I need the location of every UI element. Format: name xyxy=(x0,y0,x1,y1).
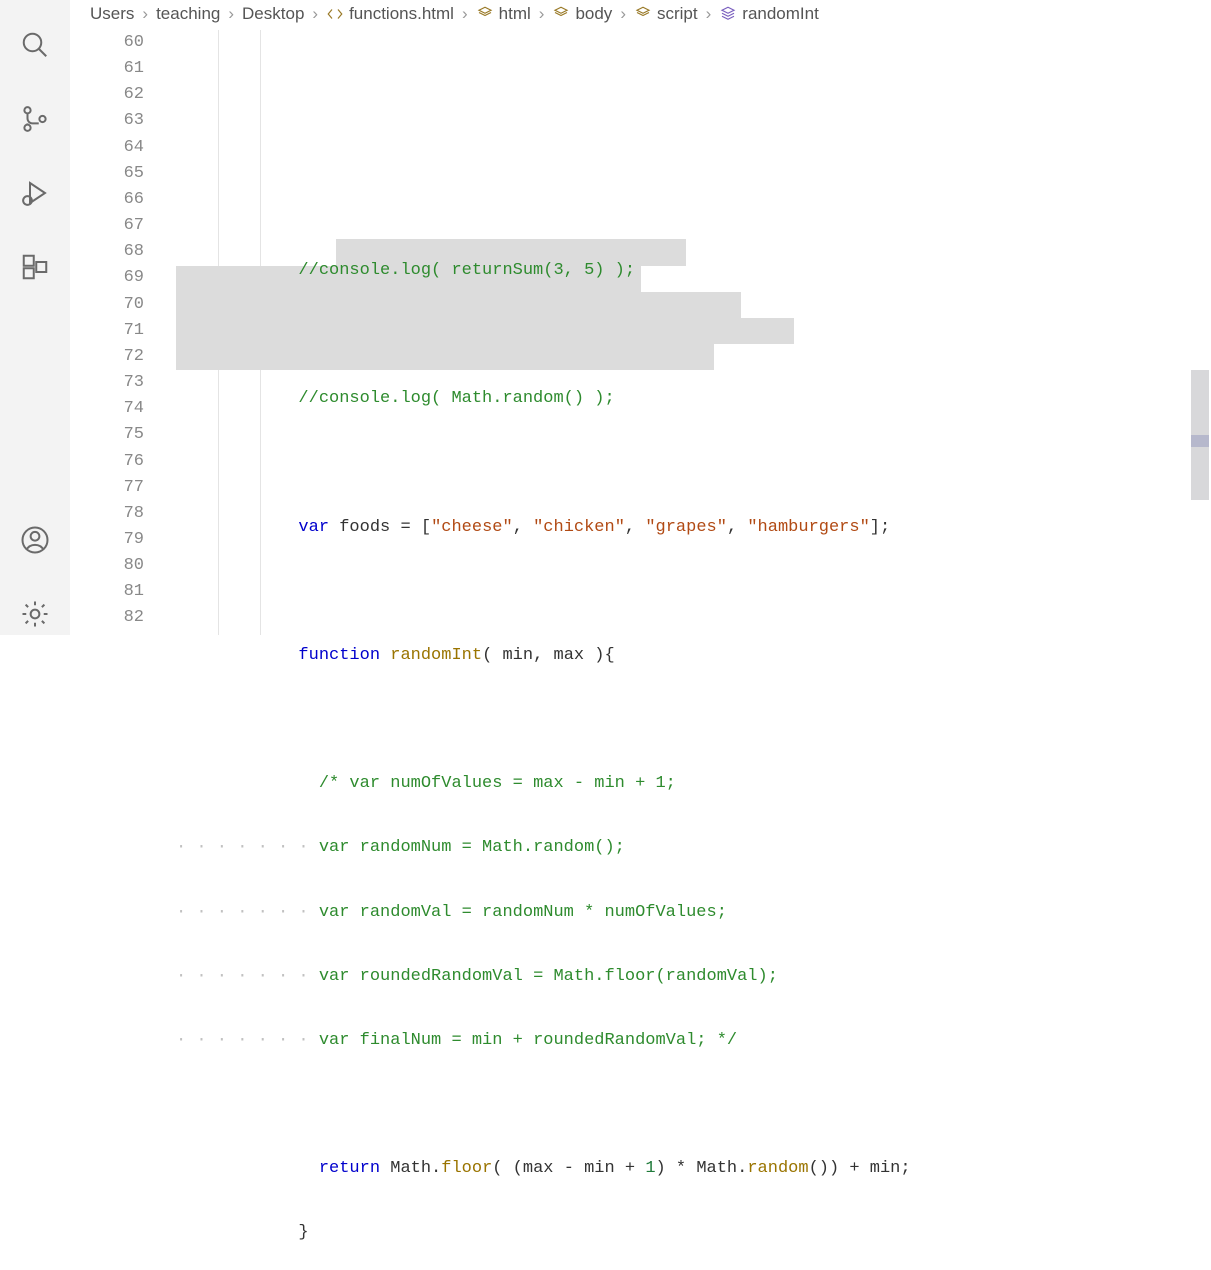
line-number: 65 xyxy=(70,161,144,187)
code-line[interactable] xyxy=(166,322,1211,348)
source-control-icon[interactable] xyxy=(20,104,50,140)
line-number: 66 xyxy=(70,187,144,213)
code-line[interactable]: · · · · · · · var randomNum = Math.rando… xyxy=(166,835,1211,861)
extensions-icon[interactable] xyxy=(20,252,50,288)
code-line[interactable]: · · · · · · · var finalNum = min + round… xyxy=(166,1028,1211,1054)
line-number: 73 xyxy=(70,370,144,396)
line-number: 77 xyxy=(70,475,144,501)
chevron-right-icon: › xyxy=(539,4,545,24)
chevron-right-icon: › xyxy=(462,4,468,24)
chevron-right-icon: › xyxy=(142,4,148,24)
breadcrumb-item[interactable]: script xyxy=(634,4,698,24)
code-line[interactable]: return Math.floor( (max - min + 1) * Mat… xyxy=(166,1156,1211,1182)
breadcrumb-item[interactable]: functions.html xyxy=(326,4,454,24)
line-number: 69 xyxy=(70,265,144,291)
line-number: 71 xyxy=(70,318,144,344)
breadcrumb-item[interactable]: Users xyxy=(90,4,134,24)
code-line[interactable]: //console.log( returnSum(3, 5) ); xyxy=(166,258,1211,284)
code-line[interactable]: } xyxy=(166,1220,1211,1246)
line-number: 67 xyxy=(70,213,144,239)
line-number: 61 xyxy=(70,56,144,82)
breadcrumb-item[interactable]: teaching xyxy=(156,4,220,24)
breadcrumb-item[interactable]: Desktop xyxy=(242,4,304,24)
line-number: 79 xyxy=(70,527,144,553)
code-line[interactable]: var foods = ["cheese", "chicken", "grape… xyxy=(166,515,1211,541)
search-icon[interactable] xyxy=(20,30,50,66)
code-line[interactable] xyxy=(166,579,1211,605)
line-number: 82 xyxy=(70,605,144,631)
line-number: 60 xyxy=(70,30,144,56)
chevron-right-icon: › xyxy=(312,4,318,24)
line-number: 63 xyxy=(70,108,144,134)
chevron-right-icon: › xyxy=(706,4,712,24)
line-number: 75 xyxy=(70,422,144,448)
code-content[interactable]: //console.log( returnSum(3, 5) ); //cons… xyxy=(166,30,1211,635)
line-number: 78 xyxy=(70,501,144,527)
minimap-thumb[interactable] xyxy=(1191,435,1209,447)
line-number: 81 xyxy=(70,579,144,605)
settings-gear-icon[interactable] xyxy=(20,599,50,635)
account-icon[interactable] xyxy=(20,525,50,561)
code-editor[interactable]: 60 61 62 63 64 65 66 67 68 69 70 71 72 7… xyxy=(70,30,1211,635)
line-number: 80 xyxy=(70,553,144,579)
code-line[interactable] xyxy=(166,450,1211,476)
breadcrumb-item[interactable]: randomInt xyxy=(719,4,819,24)
code-line[interactable]: · · · · · · · var randomVal = randomNum … xyxy=(166,900,1211,926)
line-number: 76 xyxy=(70,449,144,475)
chevron-right-icon: › xyxy=(228,4,234,24)
activity-bar xyxy=(0,0,70,635)
breadcrumb-item[interactable]: html xyxy=(476,4,531,24)
line-number-gutter: 60 61 62 63 64 65 66 67 68 69 70 71 72 7… xyxy=(70,30,166,635)
code-line[interactable] xyxy=(166,707,1211,733)
code-line[interactable]: /* var numOfValues = max - min + 1; xyxy=(166,771,1211,797)
line-number: 70 xyxy=(70,292,144,318)
chevron-right-icon: › xyxy=(620,4,626,24)
line-number: 68 xyxy=(70,239,144,265)
minimap-scrollbar[interactable] xyxy=(1191,370,1209,500)
code-line[interactable]: function randomInt( min, max ){ xyxy=(166,643,1211,669)
line-number: 74 xyxy=(70,396,144,422)
code-line[interactable] xyxy=(166,1092,1211,1118)
code-line[interactable]: · · · · · · · var roundedRandomVal = Mat… xyxy=(166,964,1211,990)
breadcrumbs[interactable]: Users › teaching › Desktop › functions.h… xyxy=(90,4,1211,24)
line-number: 62 xyxy=(70,82,144,108)
breadcrumb-item[interactable]: body xyxy=(552,4,612,24)
line-number: 64 xyxy=(70,135,144,161)
code-line[interactable]: //console.log( Math.random() ); xyxy=(166,386,1211,412)
line-number: 72 xyxy=(70,344,144,370)
run-debug-icon[interactable] xyxy=(20,178,50,214)
